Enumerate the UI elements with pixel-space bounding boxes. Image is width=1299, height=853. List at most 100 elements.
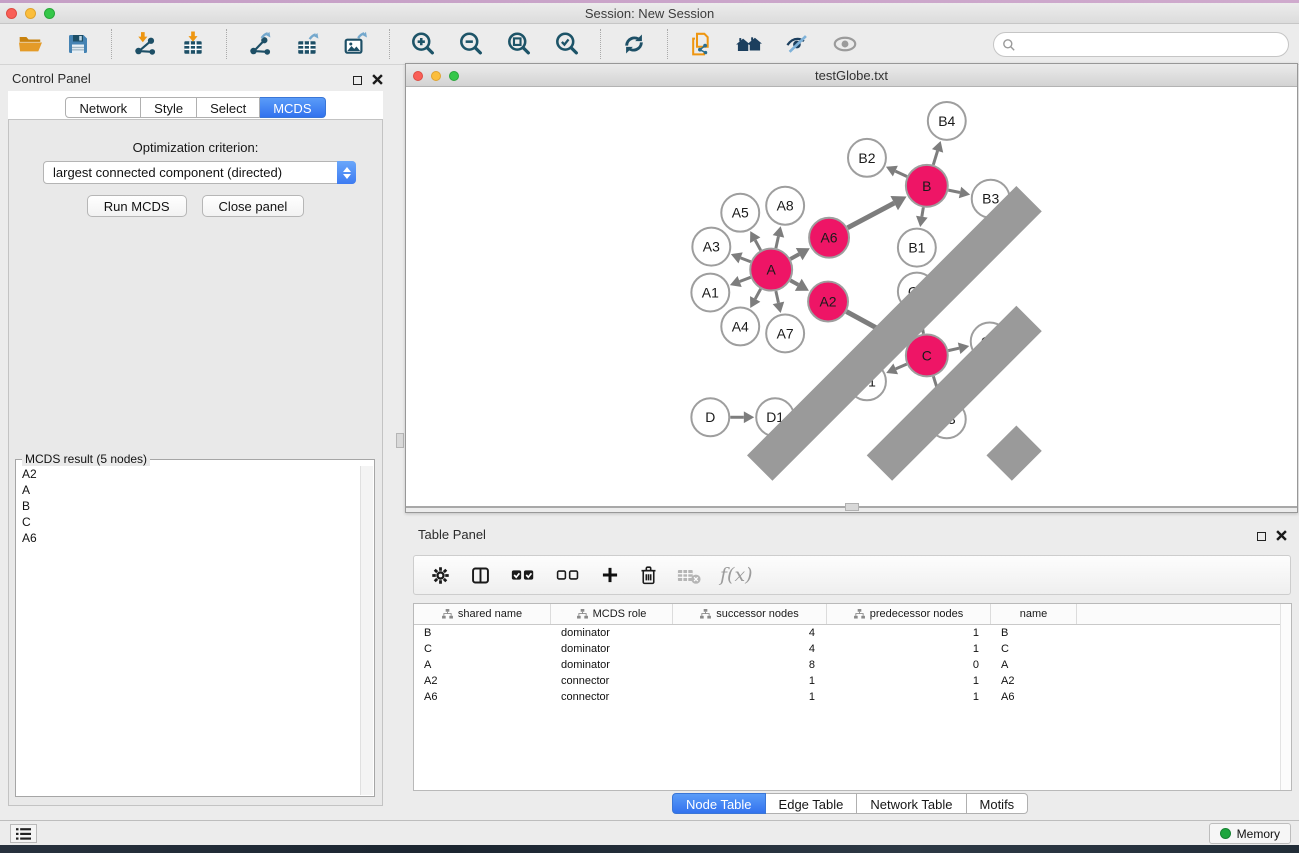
result-list-scrollbar[interactable] [360,466,373,795]
zoom-in-button[interactable] [405,27,441,61]
import-network-button[interactable] [127,27,163,61]
result-item[interactable]: A2 [19,466,358,482]
mcds-tab-content: Optimization criterion: largest connecte… [8,119,383,806]
cell-mcds-role: dominator [551,625,673,641]
criterion-select[interactable]: largest connected component (directed) [43,161,356,184]
close-panel-button[interactable] [372,72,383,90]
add-column-button[interactable] [600,565,620,585]
memory-label: Memory [1237,827,1280,841]
table-settings-button[interactable] [430,565,451,586]
column-header-successor-nodes[interactable]: successor nodes [673,604,827,624]
tab-mcds[interactable]: MCDS [260,97,325,118]
cell-name: A [991,657,1077,673]
desktop-background-bottom [0,845,1299,853]
cell-predecessor-nodes: 0 [827,657,991,673]
table-float-button[interactable] [1257,528,1266,546]
cell-successor-nodes: 1 [673,689,827,705]
result-item[interactable]: A [19,482,358,498]
hide-graphics-button[interactable] [779,27,815,61]
open-folder-icon [17,31,44,57]
column-header-predecessor-nodes[interactable]: predecessor nodes [827,604,991,624]
result-item[interactable]: B [19,498,358,514]
result-item[interactable]: A6 [19,530,358,546]
cell-predecessor-nodes: 1 [827,673,991,689]
table-body: Bdominator41BCdominator41CAdominator80AA… [414,625,1291,705]
tab-network-table[interactable]: Network Table [857,793,966,814]
table-row[interactable]: A2connector11A2 [414,673,1291,689]
tab-edge-table[interactable]: Edge Table [766,793,858,814]
cell-shared-name: A2 [414,673,551,689]
mcds-result-title: MCDS result (5 nodes) [22,452,150,466]
tab-style[interactable]: Style [141,97,197,118]
toolbar-separator [226,29,227,59]
close-panel-push-button[interactable]: Close panel [202,195,305,217]
tab-motifs[interactable]: Motifs [967,793,1029,814]
result-item[interactable]: C [19,514,358,530]
zoom-out-button[interactable] [453,27,489,61]
zoom-selected-button[interactable] [549,27,585,61]
main-toolbar [0,24,1299,65]
table-row[interactable]: Cdominator41C [414,641,1291,657]
import-table-button[interactable] [175,27,211,61]
table-panel: Table Panel [405,521,1299,820]
eye-button[interactable] [827,27,863,61]
tab-network[interactable]: Network [65,97,141,118]
list-icon [16,827,31,841]
attribute-tree-icon [700,609,711,619]
tab-node-table[interactable]: Node Table [672,793,766,814]
columns-icon [470,565,491,586]
open-session-button[interactable] [12,27,48,61]
export-network-icon [247,31,273,57]
export-table-icon [295,31,321,57]
toolbar-separator [600,29,601,59]
export-table-button[interactable] [290,27,326,61]
table-scrollbar[interactable] [1280,604,1291,790]
column-header-shared-name[interactable]: shared name [414,604,551,624]
houses-button[interactable] [731,27,767,61]
network-from-selection-button[interactable] [683,27,719,61]
deselect-all-button[interactable] [555,565,581,585]
table-tabs: Node TableEdge TableNetwork TableMotifs [672,793,1028,814]
run-mcds-button[interactable]: Run MCDS [87,195,187,217]
tab-select[interactable]: Select [197,97,260,118]
export-network-button[interactable] [242,27,278,61]
mcds-result-box: MCDS result (5 nodes) A2ABCA6 [15,459,375,797]
network-canvas[interactable]: AA1A2A3A4A5A6A7A8BB1B2B3B4CC1C2C3C4DD1 [407,87,1296,506]
splitter-handle[interactable] [396,433,404,448]
close-icon [1276,530,1287,541]
mcds-result-list: A2ABCA6 [19,466,358,794]
delete-table-button[interactable] [677,566,701,585]
float-panel-button[interactable] [353,72,362,90]
toolbar-separator [389,29,390,59]
search-input[interactable] [1016,35,1288,55]
houses-icon [735,31,763,57]
delete-column-button[interactable] [639,565,658,586]
import-network-icon [132,31,158,57]
zoom-selected-icon [553,30,581,58]
resize-grip-icon[interactable] [405,79,1294,498]
task-history-button[interactable] [10,824,37,843]
table-close-button[interactable] [1276,528,1287,546]
show-columns-button[interactable] [470,565,491,586]
function-builder-button[interactable]: f(x) [720,564,753,586]
zoom-fit-button[interactable] [501,27,537,61]
divider-handle[interactable] [845,503,859,511]
select-all-button[interactable] [510,565,536,585]
column-header-name[interactable]: name [991,604,1077,624]
table-row[interactable]: Adominator80A [414,657,1291,673]
memory-button[interactable]: Memory [1209,823,1291,844]
cell-shared-name: A6 [414,689,551,705]
refresh-button[interactable] [616,27,652,61]
status-bar: Memory [0,820,1299,845]
save-session-button[interactable] [60,27,96,61]
refresh-icon [621,31,647,57]
control-panel-tabs: NetworkStyleSelectMCDS [0,97,391,118]
table-row[interactable]: Bdominator41B [414,625,1291,641]
cell-successor-nodes: 4 [673,641,827,657]
search-field[interactable] [993,32,1289,57]
export-image-button[interactable] [338,27,374,61]
cell-successor-nodes: 1 [673,673,827,689]
table-row[interactable]: A6connector11A6 [414,689,1291,705]
trash-icon [639,565,658,586]
column-header-mcds-role[interactable]: MCDS role [551,604,673,624]
